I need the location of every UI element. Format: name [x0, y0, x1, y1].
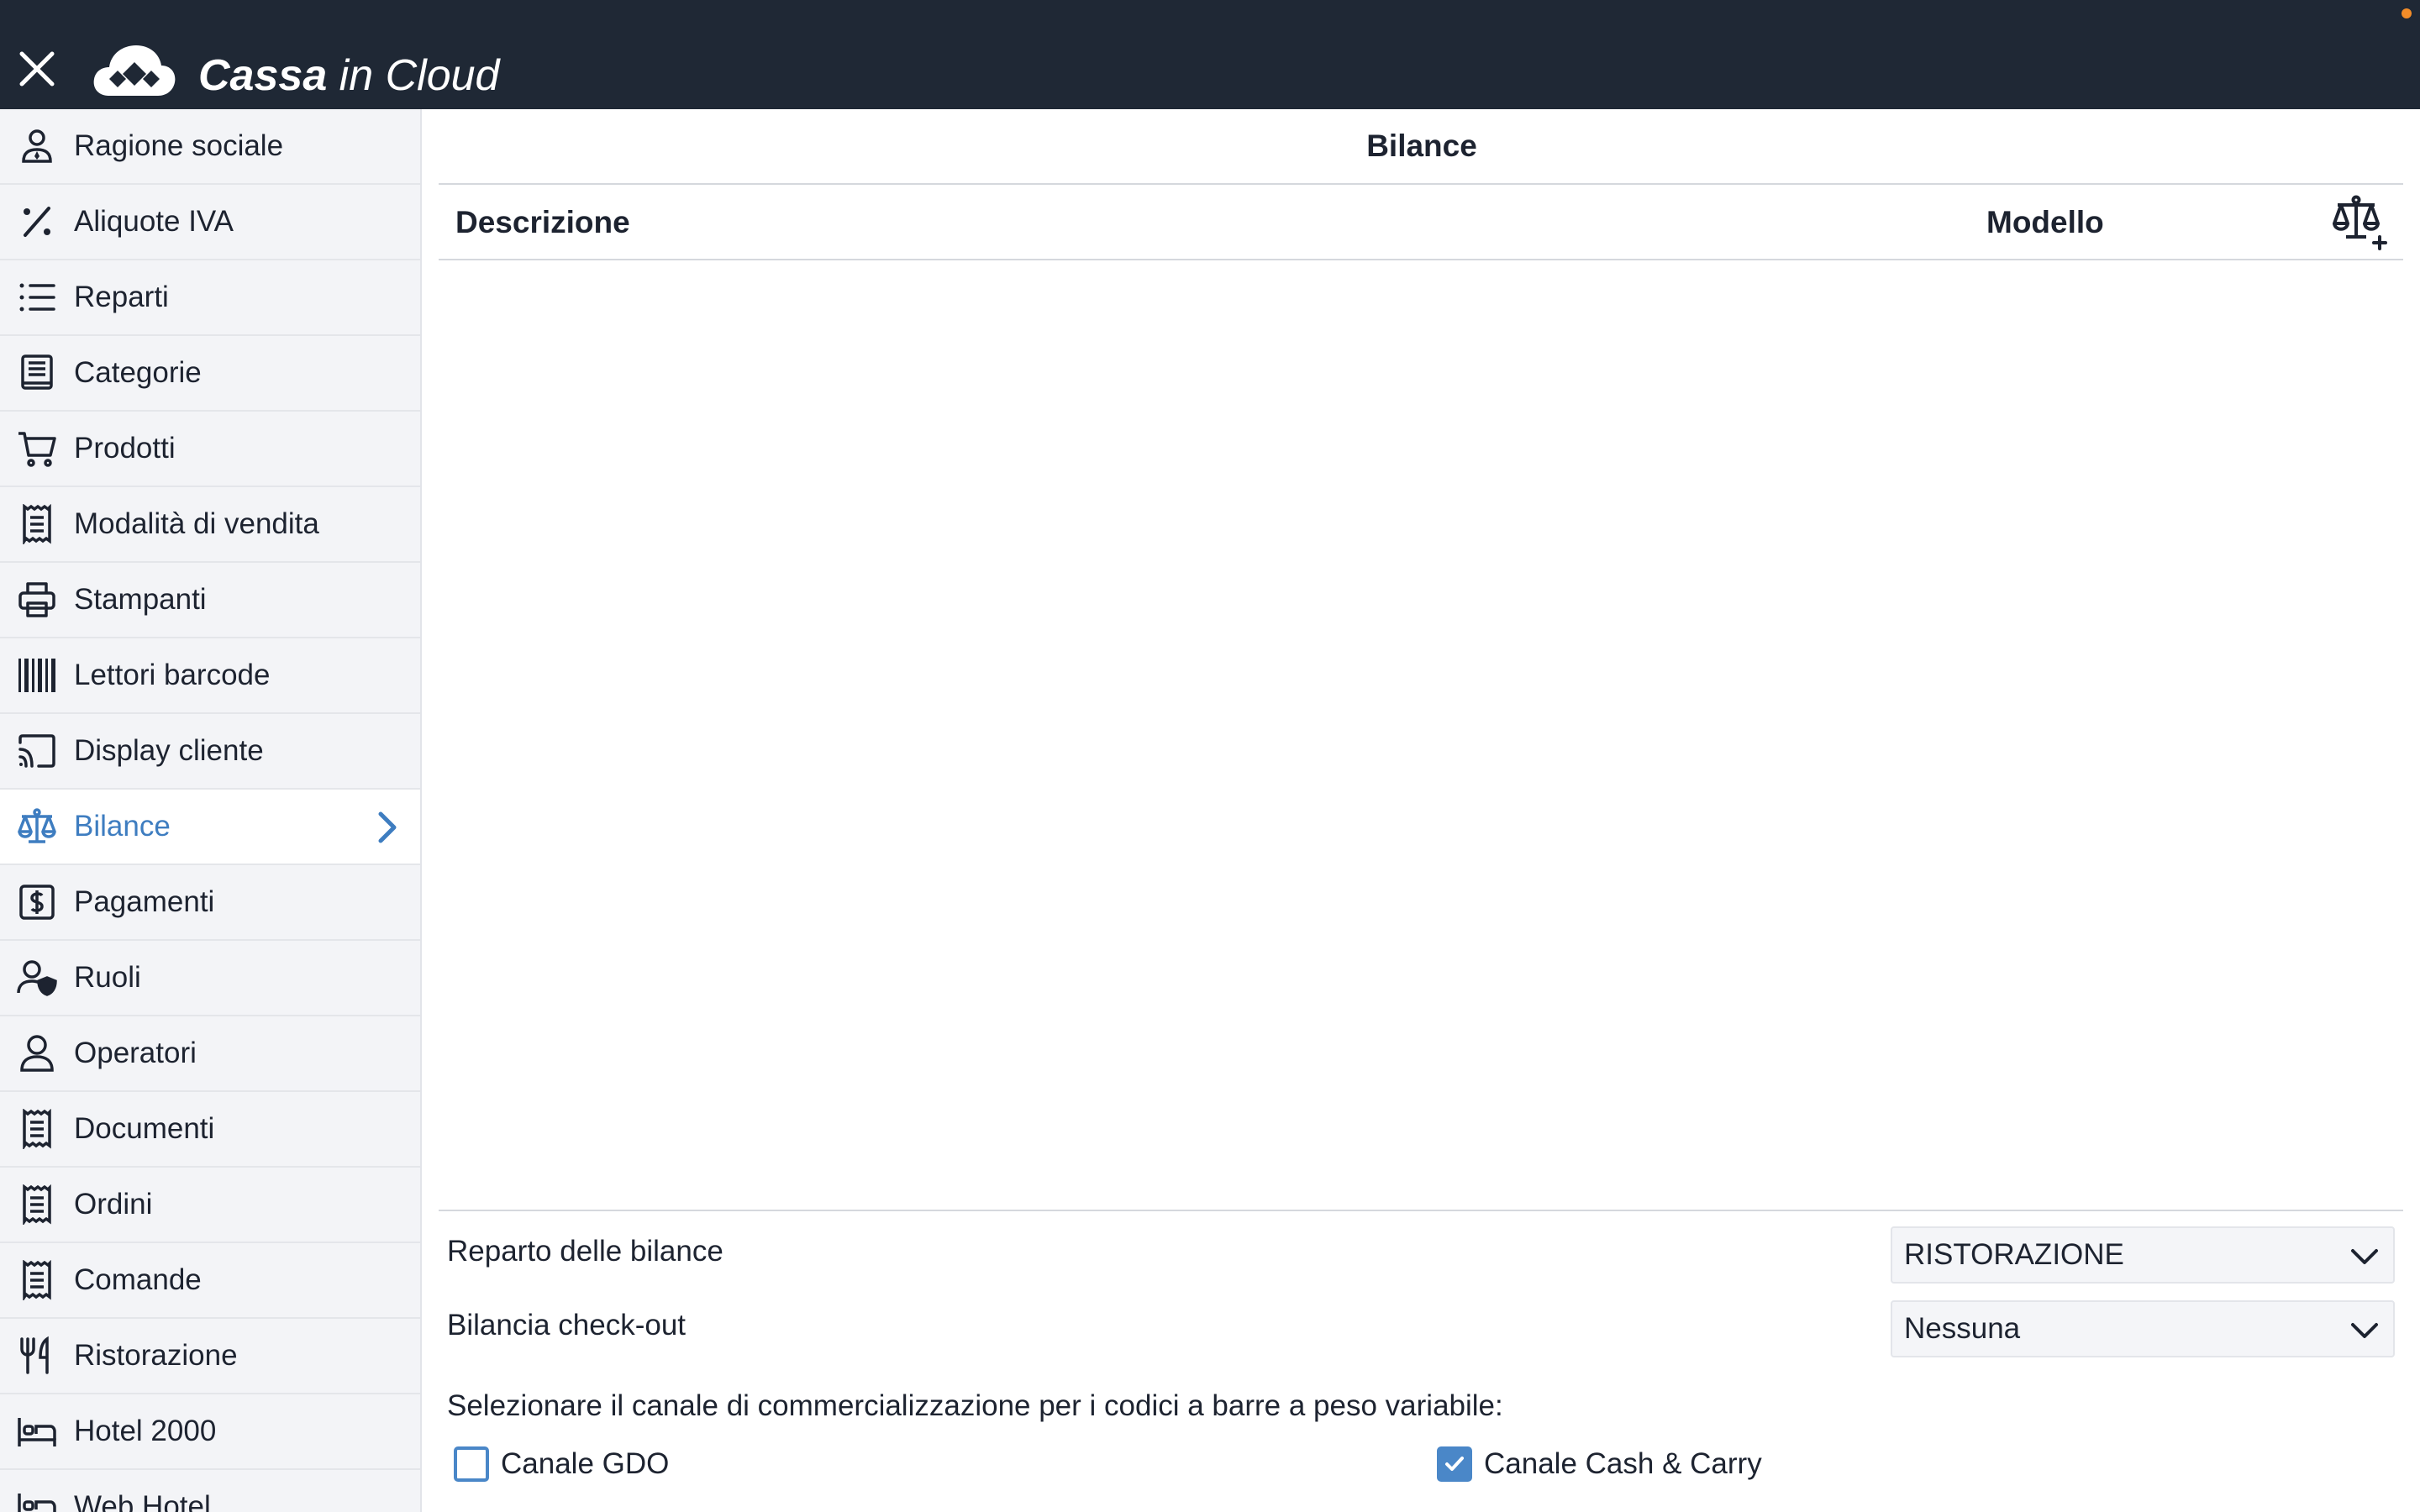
add-scale-icon[interactable] — [2329, 192, 2390, 252]
receipt-icon — [0, 1167, 74, 1242]
close-icon[interactable] — [17, 49, 57, 89]
sidebar-item-label: Pagamenti — [74, 885, 215, 918]
sidebar-item-label: Bilance — [74, 810, 171, 843]
sidebar-item-web-hotel[interactable]: Web Hotel — [0, 1470, 420, 1512]
select-value: RISTORAZIONE — [1904, 1238, 2124, 1271]
sidebar-item-display-cliente[interactable]: Display cliente — [0, 714, 420, 790]
scale-icon — [0, 789, 74, 864]
sidebar-item-label: Categorie — [74, 356, 202, 389]
list-icon — [0, 260, 74, 335]
column-header-model: Modello — [1986, 205, 2104, 239]
channel-hint: Selezionare il canale di commercializzaz… — [447, 1389, 1503, 1422]
sidebar-item-label: Documenti — [74, 1112, 215, 1145]
receipt-icon — [0, 1091, 74, 1167]
divider — [439, 1210, 2403, 1211]
sidebar-item-operatori[interactable]: Operatori — [0, 1016, 420, 1092]
channel-gdo-checkbox[interactable]: Canale GDO — [454, 1446, 669, 1482]
checkbox-label: Canale GDO — [501, 1447, 670, 1480]
channel-cash-carry-checkbox[interactable]: Canale Cash & Carry — [1437, 1446, 1762, 1482]
sidebar-item-ragione-sociale[interactable]: Ragione sociale — [0, 109, 420, 185]
sidebar-item-pagamenti[interactable]: Pagamenti — [0, 865, 420, 941]
sidebar-item-label: Lettori barcode — [74, 659, 271, 691]
sidebar-item-documenti[interactable]: Documenti — [0, 1092, 420, 1168]
cast-display-icon — [0, 713, 74, 789]
sidebar-item-label: Web Hotel — [74, 1490, 211, 1512]
sidebar-item-label: Modalità di vendita — [74, 507, 319, 540]
bed-icon — [0, 1469, 74, 1512]
sidebar-item-hotel-2000[interactable]: Hotel 2000 — [0, 1394, 420, 1470]
receipt-icon — [0, 486, 74, 562]
notification-dot — [2402, 8, 2412, 18]
sidebar: Ragione sociale Aliquote IVA Reparti Cat… — [0, 109, 422, 1512]
scale-department-label: Reparto delle bilance — [447, 1235, 723, 1268]
barcode-icon — [0, 638, 74, 713]
printer-icon — [0, 562, 74, 638]
sidebar-item-label: Ragione sociale — [74, 129, 284, 162]
bed-icon — [0, 1394, 74, 1469]
percent-icon — [0, 184, 74, 260]
checkbox-label: Canale Cash & Carry — [1484, 1447, 1762, 1480]
sidebar-item-label: Operatori — [74, 1037, 197, 1069]
sidebar-item-ordini[interactable]: Ordini — [0, 1168, 420, 1243]
sidebar-item-label: Ristorazione — [74, 1339, 238, 1372]
sidebar-item-comande[interactable]: Comande — [0, 1243, 420, 1319]
company-person-icon — [0, 109, 74, 184]
user-icon — [0, 1016, 74, 1091]
sidebar-item-label: Hotel 2000 — [74, 1415, 217, 1447]
sidebar-item-aliquote-iva[interactable]: Aliquote IVA — [0, 185, 420, 260]
sidebar-item-label: Display cliente — [74, 734, 264, 767]
sidebar-item-ristorazione[interactable]: Ristorazione — [0, 1319, 420, 1394]
brand-suffix: in Cloud — [327, 51, 500, 100]
sidebar-item-prodotti[interactable]: Prodotti — [0, 412, 420, 487]
sidebar-item-bilance[interactable]: Bilance — [0, 790, 420, 865]
main-content: Bilance Descrizione Modello Reparto dell… — [424, 109, 2420, 1512]
sidebar-item-label: Prodotti — [74, 432, 176, 465]
fork-knife-icon — [0, 1318, 74, 1394]
sidebar-item-label: Stampanti — [74, 583, 207, 616]
sidebar-item-reparti[interactable]: Reparti — [0, 260, 420, 336]
chevron-down-icon — [2351, 1249, 2378, 1264]
column-header-description: Descrizione — [455, 205, 630, 239]
sidebar-item-label: Ordini — [74, 1188, 153, 1221]
check-icon — [1445, 1457, 1464, 1471]
sidebar-item-modalita-di-vendita[interactable]: Modalità di vendita — [0, 487, 420, 563]
sidebar-item-label: Ruoli — [74, 961, 141, 994]
top-bar: Cassa in Cloud — [0, 0, 2420, 109]
sidebar-item-lettori-barcode[interactable]: Lettori barcode — [0, 638, 420, 714]
divider — [439, 259, 2403, 260]
sidebar-item-label: Reparti — [74, 281, 169, 313]
sidebar-item-label: Comande — [74, 1263, 202, 1296]
divider — [439, 183, 2403, 185]
scale-department-select[interactable]: RISTORAZIONE — [1891, 1226, 2395, 1284]
checkout-scale-select[interactable]: Nessuna — [1891, 1300, 2395, 1357]
chevron-right-icon — [378, 811, 397, 843]
receipt-icon — [0, 1242, 74, 1318]
brand-name: Cassa — [198, 51, 328, 100]
chevron-down-icon — [2351, 1323, 2378, 1338]
cloud-logo-icon — [93, 45, 176, 96]
cart-icon — [0, 411, 74, 486]
dollar-icon — [0, 864, 74, 940]
sidebar-item-ruoli[interactable]: Ruoli — [0, 941, 420, 1016]
sidebar-item-categorie[interactable]: Categorie — [0, 336, 420, 412]
checkbox-checked[interactable] — [1437, 1446, 1472, 1482]
app-brand: Cassa in Cloud — [198, 50, 499, 101]
user-shield-icon — [0, 940, 74, 1016]
sidebar-item-label: Aliquote IVA — [74, 205, 234, 238]
select-value: Nessuna — [1904, 1312, 2021, 1345]
checkbox-unchecked[interactable] — [454, 1446, 489, 1482]
page-title: Bilance — [1366, 129, 1477, 163]
checkout-scale-label: Bilancia check-out — [447, 1309, 687, 1341]
sidebar-item-stampanti[interactable]: Stampanti — [0, 563, 420, 638]
book-icon — [0, 335, 74, 411]
